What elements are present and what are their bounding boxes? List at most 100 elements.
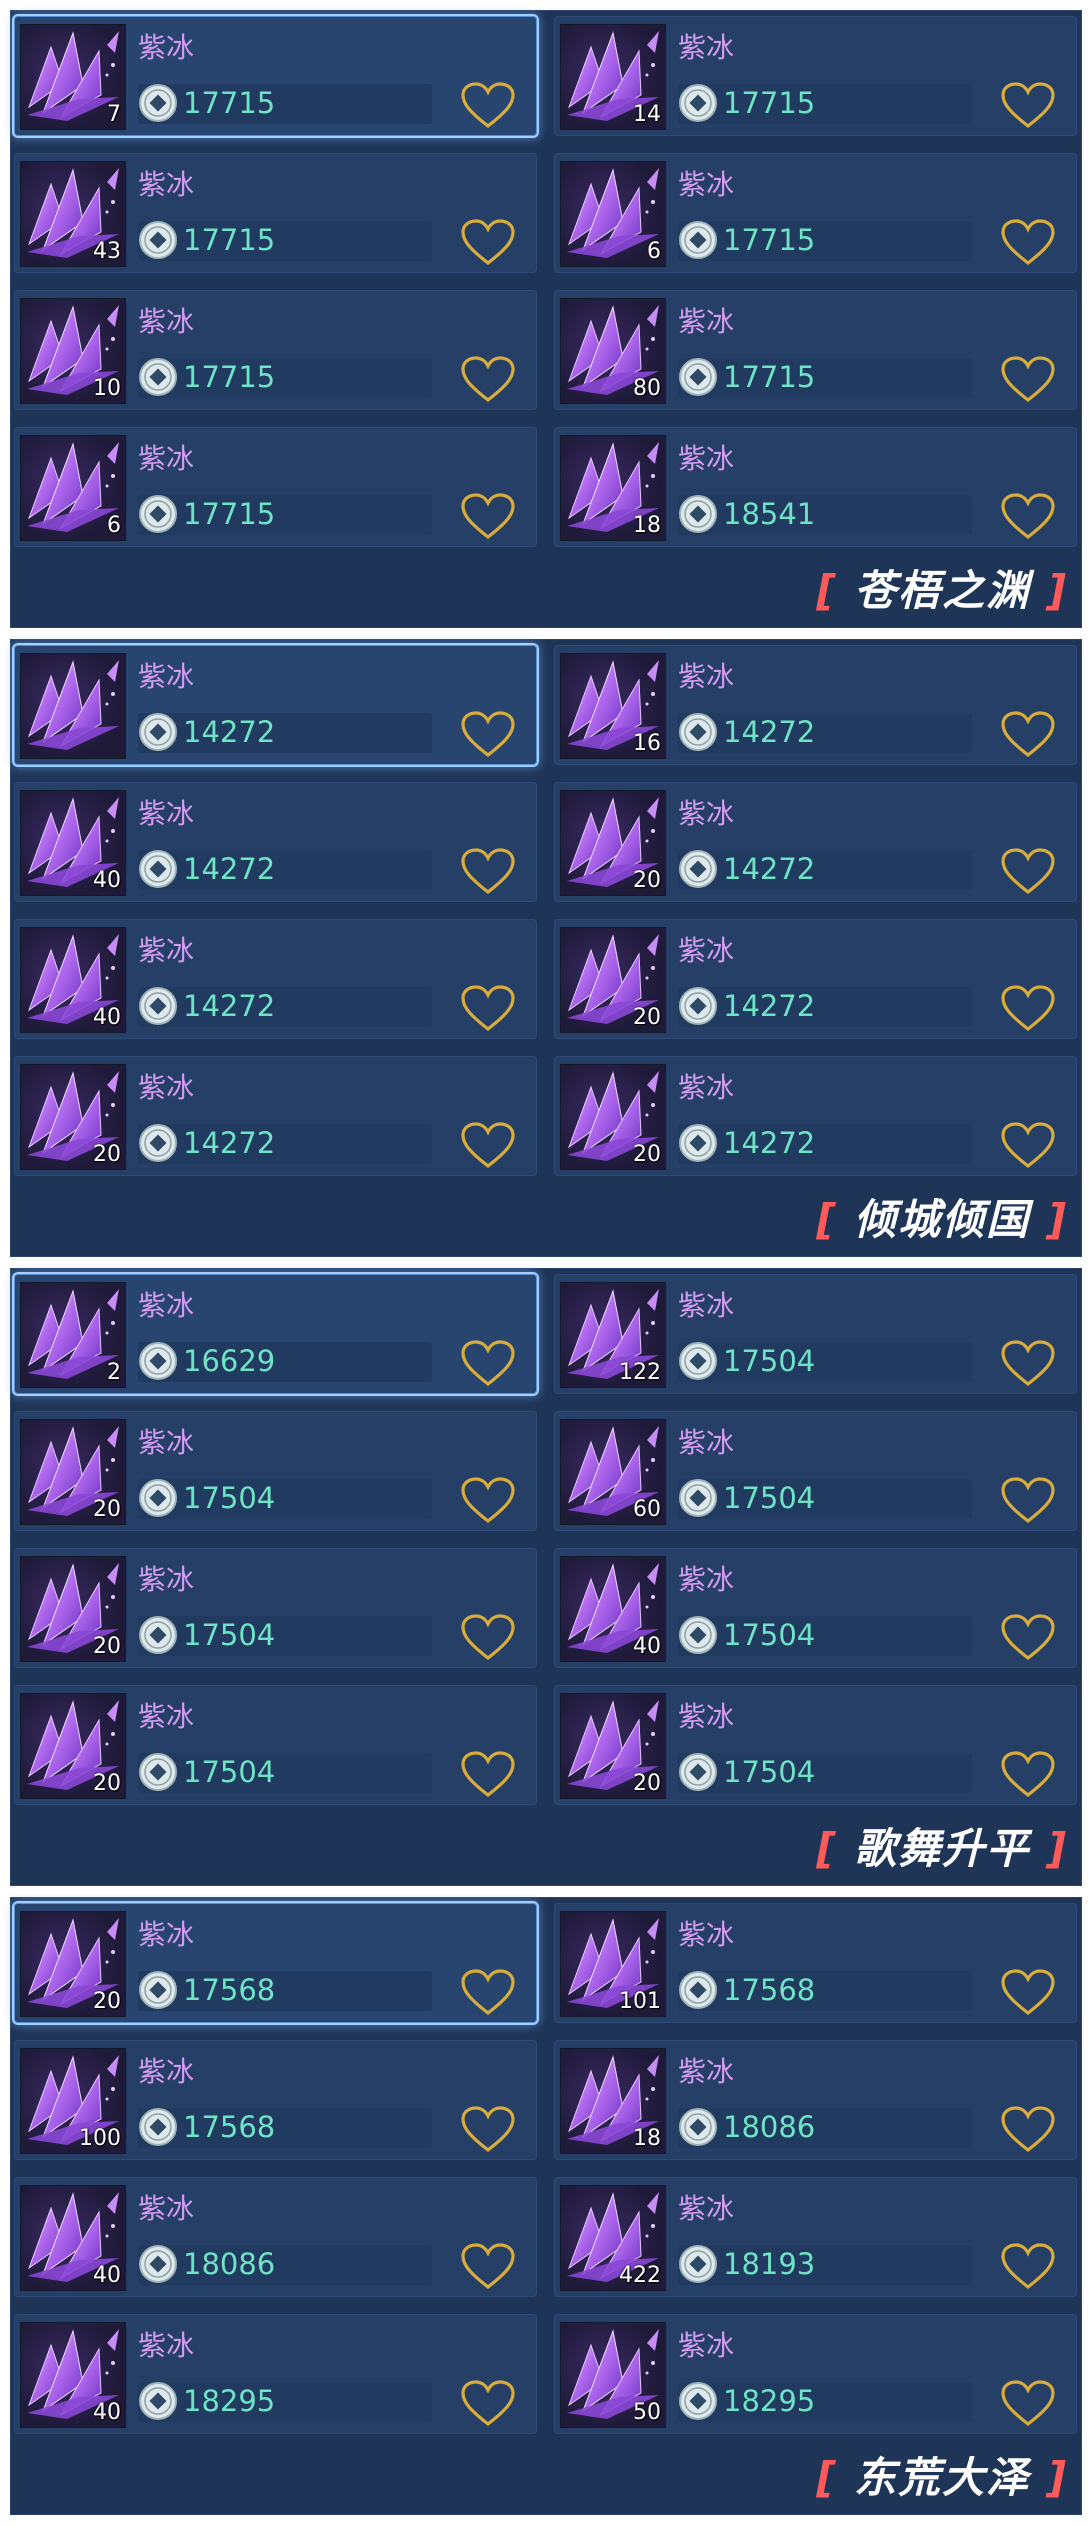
listing-slot[interactable]: 20 紫冰 17504: [14, 1685, 537, 1805]
heart-outline-icon[interactable]: [1000, 356, 1056, 404]
heart-outline-icon[interactable]: [1000, 219, 1056, 267]
silver-coin-icon: [678, 2244, 718, 2284]
listing-slot[interactable]: 40 紫冰 17504: [554, 1548, 1077, 1668]
bracket-open: [: [816, 1195, 838, 1244]
heart-outline-icon[interactable]: [1000, 82, 1056, 130]
listing-slot[interactable]: 50 紫冰 18295: [554, 2314, 1077, 2434]
listing-slot[interactable]: 14 紫冰 17715: [554, 16, 1077, 136]
item-name: 紫冰: [138, 660, 195, 693]
bracket-close: ]: [1046, 1195, 1068, 1244]
listing-slot[interactable]: 40 紫冰 14272: [14, 919, 537, 1039]
item-quantity: 20: [633, 868, 661, 893]
heart-outline-icon[interactable]: [1000, 1477, 1056, 1525]
purple-crystal-icon: 6: [560, 161, 666, 267]
silver-coin-icon: [678, 712, 718, 752]
silver-coin-icon: [138, 1341, 178, 1381]
heart-outline-icon[interactable]: [1000, 1122, 1056, 1170]
listing-slot[interactable]: 20 紫冰 17504: [554, 1685, 1077, 1805]
item-price: 17568: [723, 1973, 816, 2007]
silver-coin-icon: [138, 2381, 178, 2421]
listing-slot[interactable]: 10 紫冰 17715: [14, 290, 537, 410]
silver-coin-icon: [138, 1970, 178, 2010]
item-name: 紫冰: [678, 1426, 735, 1459]
purple-crystal-icon: 20: [20, 1419, 126, 1525]
listing-slot[interactable]: 20 紫冰 14272: [554, 919, 1077, 1039]
heart-outline-icon[interactable]: [460, 219, 516, 267]
listing-slot[interactable]: 122 紫冰 17504: [554, 1274, 1077, 1394]
heart-outline-icon[interactable]: [460, 2380, 516, 2428]
listing-slot[interactable]: 2 紫冰 16629: [14, 1274, 537, 1394]
heart-outline-icon[interactable]: [1000, 493, 1056, 541]
heart-outline-icon[interactable]: [460, 493, 516, 541]
listing-slot[interactable]: 6 紫冰 17715: [554, 153, 1077, 273]
listing-slot[interactable]: 18 紫冰 18541: [554, 427, 1077, 547]
purple-crystal-icon: 18: [560, 435, 666, 541]
listing-slot[interactable]: 16 紫冰 14272: [554, 645, 1077, 765]
listing-slot[interactable]: 20 紫冰 17504: [14, 1548, 537, 1668]
listing-slot[interactable]: 20 紫冰 17568: [14, 1903, 537, 2023]
heart-outline-icon[interactable]: [1000, 1340, 1056, 1388]
heart-outline-icon[interactable]: [1000, 2243, 1056, 2291]
item-quantity: 20: [93, 1497, 121, 1522]
heart-outline-icon[interactable]: [1000, 1969, 1056, 2017]
listing-slot[interactable]: 43 紫冰 17715: [14, 153, 537, 273]
listing-slot[interactable]: 20 紫冰 14272: [554, 1056, 1077, 1176]
heart-outline-icon[interactable]: [460, 1477, 516, 1525]
server-name: 东荒大泽: [854, 2453, 1031, 2502]
heart-outline-icon[interactable]: [1000, 2380, 1056, 2428]
purple-crystal-icon: 10: [20, 298, 126, 404]
heart-outline-icon[interactable]: [1000, 848, 1056, 896]
item-price: 17504: [723, 1344, 816, 1378]
purple-crystal-icon: 7: [20, 24, 126, 130]
heart-outline-icon[interactable]: [460, 1122, 516, 1170]
listing-slot[interactable]: 18 紫冰 18086: [554, 2040, 1077, 2160]
item-quantity: 20: [633, 1142, 661, 1167]
item-name: 紫冰: [678, 442, 735, 475]
item-price: 17504: [723, 1618, 816, 1652]
heart-outline-icon[interactable]: [460, 356, 516, 404]
silver-coin-icon: [678, 1615, 718, 1655]
silver-coin-icon: [678, 1341, 718, 1381]
heart-outline-icon[interactable]: [460, 1969, 516, 2017]
purple-crystal-icon: 20: [560, 927, 666, 1033]
heart-outline-icon[interactable]: [1000, 1751, 1056, 1799]
heart-outline-icon[interactable]: [1000, 2106, 1056, 2154]
heart-outline-icon[interactable]: [1000, 1614, 1056, 1662]
price-field: 17504: [138, 1753, 432, 1793]
listing-slot[interactable]: 20 紫冰 14272: [14, 1056, 537, 1176]
heart-outline-icon[interactable]: [460, 848, 516, 896]
item-name: 紫冰: [138, 1563, 195, 1596]
heart-outline-icon[interactable]: [460, 1340, 516, 1388]
listing-slot[interactable]: 6 紫冰 17715: [14, 427, 537, 547]
heart-outline-icon[interactable]: [460, 2106, 516, 2154]
heart-outline-icon[interactable]: [460, 985, 516, 1033]
purple-crystal-icon: 18: [560, 2048, 666, 2154]
listing-slot[interactable]: 60 紫冰 17504: [554, 1411, 1077, 1531]
listing-slot[interactable]: 7 紫冰 17715: [14, 16, 537, 136]
listing-slot[interactable]: 20 紫冰 14272: [554, 782, 1077, 902]
heart-outline-icon[interactable]: [460, 82, 516, 130]
item-quantity: 18: [633, 2126, 661, 2151]
item-name: 紫冰: [138, 1700, 195, 1733]
listing-slot[interactable]: 101 紫冰 17568: [554, 1903, 1077, 2023]
listing-slot[interactable]: 80 紫冰 17715: [554, 290, 1077, 410]
listing-slot[interactable]: 422 紫冰 18193: [554, 2177, 1077, 2297]
listing-slot[interactable]: 40 紫冰 18295: [14, 2314, 537, 2434]
item-name: 紫冰: [138, 31, 195, 64]
server-name: 倾城倾国: [854, 1195, 1031, 1244]
heart-outline-icon[interactable]: [460, 2243, 516, 2291]
heart-outline-icon[interactable]: [460, 1751, 516, 1799]
price-field: 18541: [678, 495, 972, 535]
item-quantity: 6: [107, 513, 121, 538]
listing-slot[interactable]: 40 紫冰 18086: [14, 2177, 537, 2297]
listing-slot[interactable]: 40 紫冰 14272: [14, 782, 537, 902]
heart-outline-icon[interactable]: [460, 711, 516, 759]
heart-outline-icon[interactable]: [460, 1614, 516, 1662]
heart-outline-icon[interactable]: [1000, 711, 1056, 759]
price-field: 14272: [138, 1124, 432, 1164]
listing-slot[interactable]: 紫冰 14272: [14, 645, 537, 765]
heart-outline-icon[interactable]: [1000, 985, 1056, 1033]
item-quantity: 40: [93, 2400, 121, 2425]
listing-slot[interactable]: 100 紫冰 17568: [14, 2040, 537, 2160]
listing-slot[interactable]: 20 紫冰 17504: [14, 1411, 537, 1531]
